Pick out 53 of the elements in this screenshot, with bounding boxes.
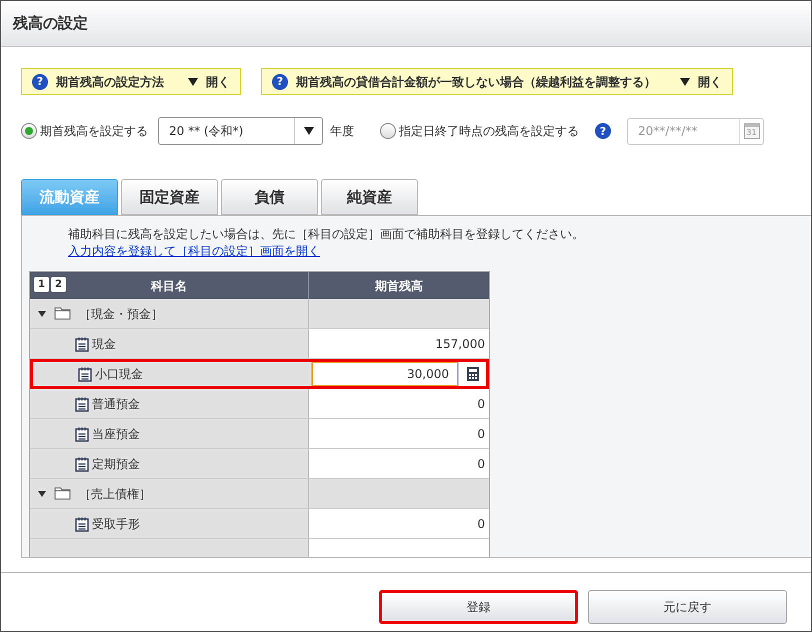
caret-icon [304,127,314,135]
account-icon [77,366,93,382]
account-name: 定期預金 [92,456,140,472]
radio-label: 指定日終了時点の残高を設定する [399,123,579,140]
calculator-icon[interactable] [466,367,478,381]
account-name: 現金 [92,336,116,352]
help-link[interactable]: 期首残高の貸借合計金額が一致しない場合（繰越利益を調整する） [296,72,656,90]
level-button[interactable]: 1 [34,277,49,292]
help-icon[interactable]: ? [32,74,48,90]
account-name: 普通預金 [92,396,140,412]
column-header: 期首残高 [374,278,424,294]
amount-cell-text: 0 [477,456,486,472]
help-icon[interactable]: ? [272,74,288,90]
radio-label: 期首残高を設定する [40,123,148,140]
amount-cell-text: 157,000 [435,336,486,352]
tab[interactable]: 負債 [221,179,318,215]
help-icon[interactable]: ? [595,123,611,139]
window-title: 残高の設定 [13,13,88,34]
radio-button[interactable] [380,123,396,139]
year-unit: 年度 [330,123,354,140]
amount-cell-text: 0 [477,516,486,532]
amount-cell-text: 0 [477,396,486,412]
amount-input[interactable]: 30,000 [312,362,458,386]
expand-toggle[interactable]: 開く [680,72,722,90]
account-name: 小口現金 [95,366,143,383]
note-text: 補助科目に残高を設定したい場合は、先に［科目の設定］画面で補助科目を登録してください。 [67,226,585,243]
tab[interactable]: 固定資産 [121,179,218,215]
account-icon [74,456,90,472]
year-dropdown[interactable]: 20 ** (令和*) [158,117,323,145]
expand-toggle[interactable]: 開く [188,72,230,90]
tab[interactable]: 純資産 [321,179,418,215]
help-link[interactable]: 期首残高の設定方法 [56,72,164,90]
account-icon [74,396,90,412]
account-name: 受取手形 [92,516,140,532]
account-icon [74,516,90,532]
action-button[interactable]: 元に戻す [588,590,787,624]
radio-button[interactable] [21,123,37,139]
account-icon [74,426,90,442]
account-icon [74,336,90,352]
group-name: ［売上債権］ [79,486,151,502]
group-name: ［現金・預金］ [79,306,163,322]
expand-toggle[interactable] [38,490,46,496]
amount-cell-text: 0 [477,426,486,442]
table-row[interactable]: 小口現金 30,000 [30,359,489,389]
caret-icon [680,78,690,86]
settings-link[interactable]: 入力内容を登録して［科目の設定］画面を開く [29,243,811,260]
folder-icon [54,307,71,320]
level-button[interactable]: 2 [51,277,66,292]
action-button[interactable]: 登録 [379,590,578,624]
account-name: 当座預金 [92,426,140,442]
caret-icon [188,78,198,86]
expand-toggle[interactable] [38,310,46,316]
folder-icon [54,487,71,500]
